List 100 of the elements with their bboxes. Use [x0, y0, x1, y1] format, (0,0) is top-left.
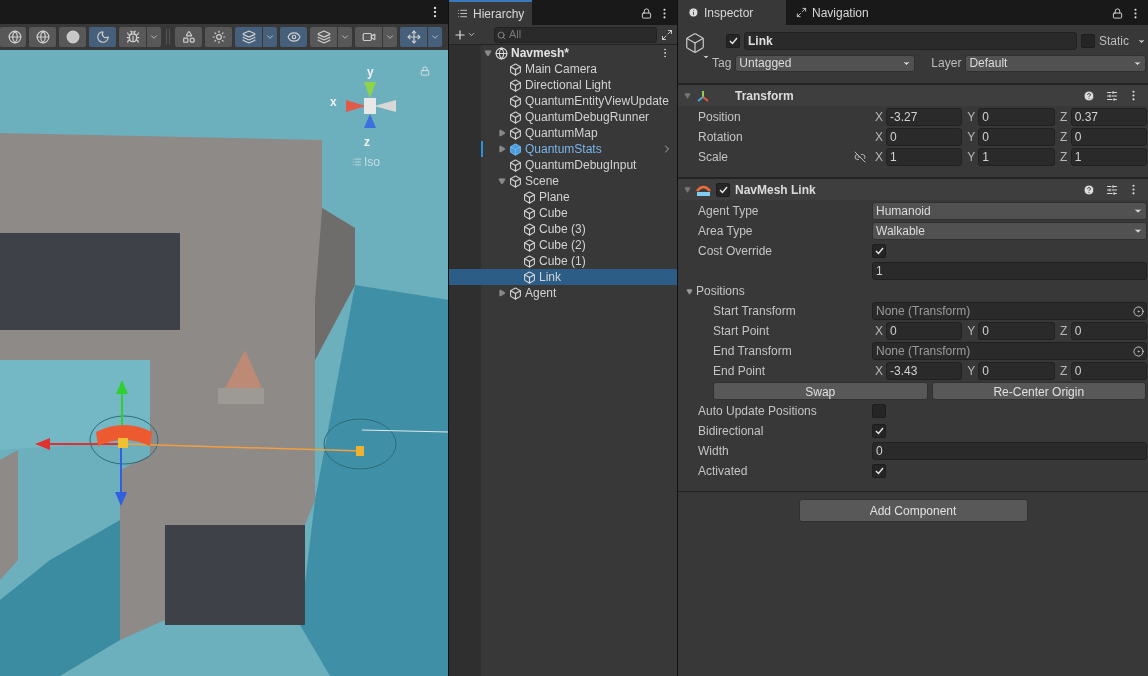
inspector-button[interactable]: Re-Center Origin [931, 382, 1146, 400]
hierarchy-tab[interactable]: Hierarchy [449, 0, 533, 25]
hierarchy-item[interactable]: Scene [449, 173, 677, 189]
property-label: Start Transform [713, 303, 797, 320]
lock-icon[interactable] [641, 8, 652, 19]
toolbar-toggle[interactable] [89, 27, 116, 47]
caret-icon [467, 30, 476, 39]
presets-icon[interactable] [1106, 183, 1118, 196]
checkbox[interactable] [1081, 34, 1095, 48]
number-field[interactable]: -3.43 [886, 362, 963, 380]
tag-dropdown[interactable]: Untagged [735, 54, 916, 72]
object-field[interactable]: None (Transform) [872, 302, 1147, 320]
toolbar-toggle[interactable] [355, 27, 382, 47]
inspector-tab[interactable]: Inspector [678, 0, 786, 25]
object-picker-icon[interactable] [1133, 345, 1144, 357]
hierarchy-item[interactable]: QuantumStats [449, 141, 677, 157]
eye-icon [286, 30, 301, 44]
number-field[interactable]: 0.37 [1070, 108, 1147, 126]
number-field[interactable]: 0 [978, 362, 1055, 380]
number-field[interactable]: 0 [872, 442, 1147, 460]
item-label: QuantumEntityViewUpdate [525, 93, 669, 110]
number-field[interactable]: 0 [1070, 362, 1147, 380]
toolbar-toggle[interactable] [310, 27, 337, 47]
dropdown[interactable]: Humanoid [872, 202, 1147, 220]
foldout-arrow-icon[interactable] [684, 186, 691, 193]
hierarchy-item[interactable]: Cube (3) [449, 221, 677, 237]
toolbar-toggle[interactable] [175, 27, 202, 47]
collapsed-arrow-icon[interactable] [498, 289, 506, 297]
collapsed-arrow-icon[interactable] [498, 145, 506, 153]
number-field[interactable]: 0 [978, 128, 1055, 146]
expand-icon[interactable] [661, 28, 673, 41]
camera-icon [361, 30, 376, 44]
toolbar-toggle[interactable] [205, 27, 232, 47]
name-field[interactable]: Link [744, 32, 1077, 50]
hierarchy-item[interactable]: QuantumEntityViewUpdate [449, 93, 677, 109]
foldout-arrow-icon[interactable] [684, 92, 691, 99]
wireframe-globe-icon [8, 30, 22, 44]
toolbar-toggle[interactable] [0, 27, 26, 47]
toolbar-toggle[interactable] [235, 27, 262, 47]
checkbox[interactable] [726, 34, 740, 48]
checkbox[interactable] [872, 244, 886, 258]
number-field[interactable]: 0 [886, 322, 963, 340]
toolbar-toggle[interactable] [29, 27, 56, 47]
toolbar-toggle[interactable] [119, 27, 146, 47]
foldout-arrow-icon[interactable] [686, 287, 693, 295]
expanded-arrow-icon[interactable] [484, 49, 492, 57]
hierarchy-item[interactable]: QuantumDebugRunner [449, 109, 677, 125]
toolbar-toggle[interactable] [280, 27, 307, 47]
checkbox[interactable] [872, 464, 886, 478]
layers-icon [241, 30, 256, 44]
help-icon[interactable] [1083, 89, 1095, 102]
property-label: Activated [698, 463, 749, 480]
number-field[interactable]: 1 [978, 148, 1055, 166]
hierarchy-item[interactable]: Navmesh* [449, 45, 677, 61]
foldout-label[interactable]: Positions [696, 282, 745, 300]
number-field[interactable]: 0 [886, 128, 963, 146]
dropdown[interactable]: Walkable [872, 222, 1147, 240]
object-picker-icon[interactable] [1133, 305, 1144, 317]
hierarchy-item[interactable]: Directional Light [449, 77, 677, 93]
presets-icon[interactable] [1106, 89, 1118, 102]
number-field[interactable]: 0 [978, 108, 1055, 126]
add-component-button[interactable]: Add Component [798, 499, 1028, 522]
number-field[interactable]: 0 [978, 322, 1055, 340]
help-icon[interactable] [1083, 183, 1095, 196]
gizmo-axis-label: x [330, 96, 337, 108]
layer-dropdown[interactable]: Default [965, 54, 1146, 72]
number-field[interactable]: 1 [1070, 148, 1147, 166]
number-field[interactable]: 1 [886, 148, 963, 166]
axis-label: Z [1059, 149, 1069, 166]
inspector-button[interactable]: Swap [713, 382, 928, 400]
object-field[interactable]: None (Transform) [872, 342, 1147, 360]
axis-label: Z [1059, 109, 1069, 126]
inspector-tab[interactable]: Navigation [786, 0, 879, 25]
collapsed-arrow-icon[interactable] [498, 129, 506, 137]
hierarchy-item[interactable]: Cube (1) [449, 253, 677, 269]
number-field[interactable]: 0 [1070, 322, 1147, 340]
checkbox[interactable] [872, 404, 886, 418]
constraint-icon[interactable] [854, 151, 866, 163]
component-header[interactable]: Transform [678, 84, 1148, 106]
hierarchy-item[interactable]: QuantumMap [449, 125, 677, 141]
lock-icon[interactable] [1112, 8, 1123, 19]
property-label: Bidirectional [698, 423, 765, 440]
hierarchy-item[interactable]: Main Camera [449, 61, 677, 77]
toolbar-toggle[interactable] [59, 27, 86, 47]
number-field[interactable]: -3.27 [886, 108, 963, 126]
number-field[interactable]: 1 [872, 262, 1147, 280]
toolbar-toggle[interactable] [400, 27, 427, 47]
checkbox[interactable] [716, 182, 730, 197]
hierarchy-item[interactable]: Cube [449, 205, 677, 221]
hierarchy-item[interactable]: Plane [449, 189, 677, 205]
component-header[interactable]: NavMesh Link [678, 178, 1148, 200]
hierarchy-item[interactable]: Agent [449, 285, 677, 301]
checkbox[interactable] [872, 424, 886, 438]
search-field[interactable]: All [494, 26, 657, 43]
number-field[interactable]: 0 [1070, 128, 1147, 146]
hierarchy-item[interactable]: QuantumDebugInput [449, 157, 677, 173]
hierarchy-item[interactable]: Link [449, 269, 677, 285]
create-button[interactable] [453, 27, 476, 42]
expanded-arrow-icon[interactable] [498, 177, 506, 185]
hierarchy-item[interactable]: Cube (2) [449, 237, 677, 253]
